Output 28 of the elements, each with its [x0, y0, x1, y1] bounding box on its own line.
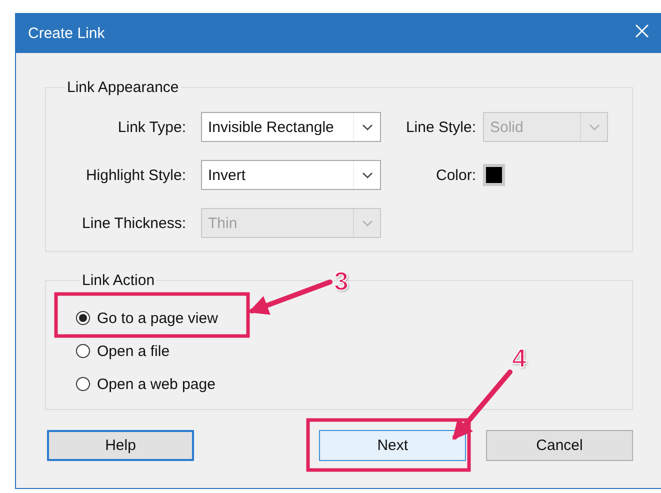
chevron-down-icon	[588, 124, 600, 130]
group-title: Link Appearance	[66, 79, 180, 96]
step-number: 3	[334, 268, 348, 294]
dialog-button[interactable]: Next	[319, 430, 466, 461]
group-title: Link Action	[81, 272, 156, 289]
radio-label[interactable]: Open a file	[97, 342, 170, 360]
radio-label[interactable]: Go to a page view	[97, 310, 218, 326]
radio-button[interactable]	[76, 377, 90, 391]
step-number: 4	[512, 345, 526, 371]
field-label: Highlight Style:	[84, 166, 186, 184]
radio-button[interactable]	[76, 311, 90, 325]
field-label: Line Thickness:	[81, 214, 186, 232]
radio-button[interactable]	[76, 344, 90, 358]
radio-label[interactable]: Open a web page	[97, 376, 216, 392]
dropdown[interactable]: Invert	[201, 160, 381, 190]
pointer-arrow	[452, 370, 512, 440]
field-label: Color:	[434, 166, 476, 184]
chevron-down-icon	[362, 220, 372, 226]
chevron-down-icon	[362, 172, 372, 178]
close-icon[interactable]	[635, 24, 649, 38]
window-title: Create Link	[28, 24, 105, 42]
chevron-down-icon	[362, 124, 372, 130]
field-label: Line Style:	[404, 118, 476, 136]
dialog-button[interactable]: Help	[47, 430, 194, 461]
dropdown[interactable]: Invisible Rectangle	[201, 112, 381, 142]
field-label: Link Type:	[116, 118, 186, 136]
dialog-button[interactable]: Cancel	[486, 430, 633, 461]
color-swatch[interactable]	[483, 164, 505, 186]
